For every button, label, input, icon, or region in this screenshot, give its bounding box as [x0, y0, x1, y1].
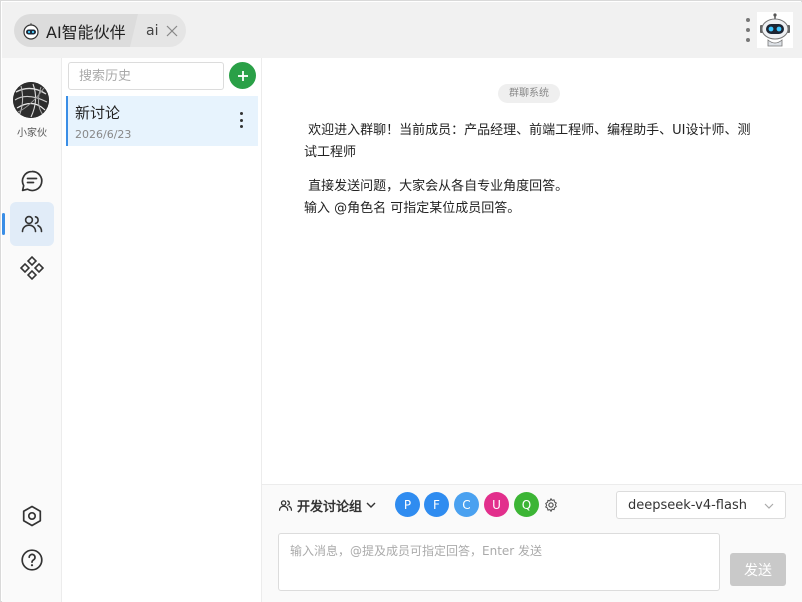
more-options-icon[interactable]	[745, 18, 751, 42]
system-message: 直接发送问题，大家会从各自专业角度回答。 输入 @角色名 可指定某位成员回答。	[304, 176, 754, 220]
system-tag: 群聊系统	[498, 84, 560, 103]
gear-icon[interactable]	[543, 497, 559, 513]
message-icon	[21, 170, 43, 192]
app-window: AI智能伙伴 ai 小家伙 搜索历史 新讨论 2026/6/23 群聊系统 欢迎…	[0, 0, 802, 602]
robot-avatar-icon[interactable]	[757, 12, 793, 48]
group-selector[interactable]: 开发讨论组	[278, 495, 381, 515]
active-indicator	[2, 213, 5, 235]
group-label: 开发讨论组	[297, 499, 363, 515]
history-panel: 新讨论 2026/6/23	[62, 58, 262, 602]
user-name: 小家伙	[17, 128, 47, 139]
help-icon	[21, 549, 43, 571]
user-avatar[interactable]	[13, 82, 49, 118]
close-icon[interactable]	[166, 25, 178, 37]
system-message: 欢迎进入群聊！当前成员：产品经理、前端工程师、编程助手、UI设计师、测试工程师	[304, 120, 754, 164]
nav-apps[interactable]	[10, 246, 54, 290]
session-date: 2026/6/23	[75, 128, 132, 141]
users-icon	[278, 499, 293, 511]
session-menu-icon[interactable]	[240, 112, 244, 128]
model-value: deepseek-v4-flash	[628, 497, 747, 513]
left-nav-rail: 小家伙	[2, 58, 62, 602]
system-message-line: 直接发送问题，大家会从各自专业角度回答。	[308, 179, 569, 194]
member-avatar[interactable]: C	[454, 492, 479, 517]
grid-icon	[20, 256, 44, 280]
plus-icon	[237, 70, 248, 81]
robot-icon	[23, 22, 39, 40]
member-avatar[interactable]: F	[424, 492, 449, 517]
nav-help[interactable]	[10, 538, 54, 582]
new-discussion-button[interactable]	[229, 62, 256, 89]
system-message-text: 欢迎进入群聊！当前成员：产品经理、前端工程师、编程助手、UI设计师、测试工程师	[304, 123, 751, 160]
users-icon	[21, 215, 43, 233]
title-bar: AI智能伙伴 ai	[2, 2, 802, 58]
nav-settings[interactable]	[10, 494, 54, 538]
message-input[interactable]	[278, 533, 720, 591]
tab-label: AI智能伙伴	[46, 22, 126, 42]
tab-ai-partner[interactable]: AI智能伙伴	[14, 14, 138, 47]
tab-label: ai	[146, 22, 159, 39]
chevron-down-icon	[366, 502, 376, 508]
send-button[interactable]: 发送	[730, 553, 786, 586]
tab-ai[interactable]: ai	[130, 14, 186, 47]
composer: 开发讨论组 P F C U Q deepseek-v4-flash 发送	[262, 484, 802, 602]
nav-chat[interactable]	[10, 159, 54, 203]
nav-group[interactable]	[10, 202, 54, 246]
system-message-line: 输入 @角色名 可指定某位成员回答。	[304, 201, 521, 216]
chevron-down-icon	[764, 503, 774, 509]
member-avatar[interactable]: U	[484, 492, 509, 517]
chat-messages: 群聊系统 欢迎进入群聊！当前成员：产品经理、前端工程师、编程助手、UI设计师、测…	[262, 58, 802, 484]
member-avatar[interactable]: P	[395, 492, 420, 517]
member-avatar[interactable]: Q	[514, 492, 539, 517]
model-select[interactable]: deepseek-v4-flash	[616, 491, 786, 519]
hexagon-settings-icon	[22, 505, 42, 527]
search-history-input[interactable]	[68, 62, 224, 90]
session-title: 新讨论	[75, 104, 121, 122]
session-item[interactable]: 新讨论 2026/6/23	[66, 96, 258, 146]
